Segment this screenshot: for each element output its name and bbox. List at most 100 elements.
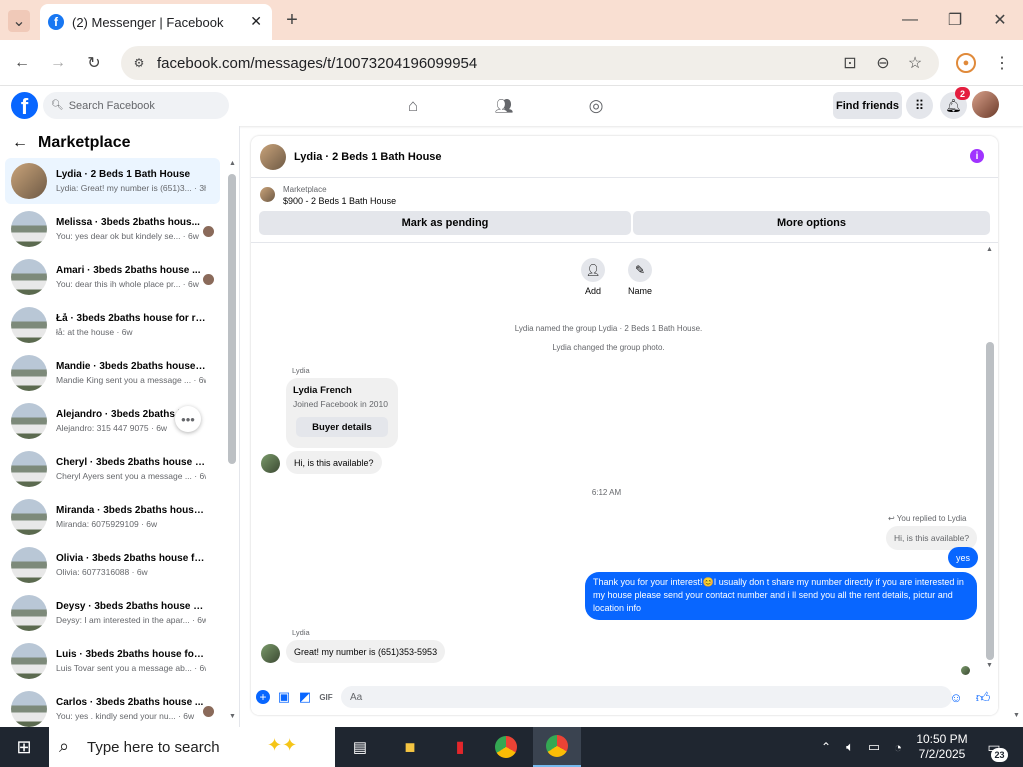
conversation-item[interactable]: Lydia · 2 Beds 1 Bath House Lydia: Great!…: [5, 158, 220, 204]
facebook-search-input[interactable]: 🔍︎ Search Facebook: [43, 92, 229, 119]
clock[interactable]: 10:50 PM 7/2/2025: [912, 732, 972, 762]
conversation-item[interactable]: Miranda · 3beds 2baths house ... Miranda:…: [5, 494, 220, 540]
marketplace-conversation-list: ← Marketplace Lydia · 2 Beds 1 Bath Hous…: [0, 126, 240, 727]
back-arrow-icon[interactable]: ←: [12, 134, 28, 152]
listing-thumbnail[interactable]: [260, 187, 275, 202]
conversation-item[interactable]: Olivia · 3beds 2baths house for... Olivia…: [5, 542, 220, 588]
plus-icon[interactable]: +: [256, 690, 270, 704]
conversation-avatar: [11, 595, 47, 631]
tab-list-icon[interactable]: ⌄: [8, 10, 30, 32]
chat-pane: Lydia · 2 Beds 1 Bath House i Marketplac…: [251, 136, 998, 715]
conversation-preview: You: yes dear ok but kindely se... · 6w: [56, 231, 206, 241]
conversation-time: 6w: [197, 615, 206, 625]
page-scroll-down-icon[interactable]: ▼: [1013, 712, 1020, 719]
gif-icon[interactable]: GIF: [319, 690, 333, 704]
conversation-item[interactable]: Łå · 3beds 2baths house for rent łå: at t…: [5, 302, 220, 348]
conversation-item[interactable]: Amari · 3beds 2baths house ... You: dear …: [5, 254, 220, 300]
conversation-preview-text: Mandie King sent you a message ...: [56, 375, 192, 385]
outgoing-message-long[interactable]: Thank you for your interest!😊I usually d…: [585, 572, 977, 620]
conversation-title: Mandie · 3beds 2baths house f...: [56, 361, 206, 372]
facebook-logo[interactable]: f: [11, 92, 38, 119]
listing-title[interactable]: $900 - 2 Beds 1 Bath House: [283, 196, 396, 206]
profile-icon[interactable]: ●: [956, 53, 976, 73]
minimize-icon[interactable]: —: [900, 10, 920, 30]
find-friends-button[interactable]: Find friends: [833, 92, 902, 119]
outgoing-message-yes[interactable]: yes: [948, 547, 979, 568]
windows-start-icon[interactable]: ⊞: [10, 733, 38, 761]
groups-icon[interactable]: ◎: [585, 95, 607, 117]
app-icon[interactable]: ▮: [446, 733, 474, 761]
close-window-icon[interactable]: ✕: [990, 10, 1010, 30]
conversation-item[interactable]: Luis · 3beds 2baths house for r... Luis T…: [5, 638, 220, 684]
incoming-message[interactable]: Hi, is this available?: [286, 451, 382, 474]
add-label: Add: [584, 286, 601, 296]
conversation-preview: Luis Tovar sent you a message ab... · 6w: [56, 663, 206, 673]
conversation-text: Lydia · 2 Beds 1 Bath House Lydia: Great!…: [56, 169, 206, 193]
taskbar-search-input[interactable]: ⌕ Type here to search ✦✦: [49, 727, 335, 767]
home-icon[interactable]: ⌂: [402, 95, 424, 117]
conversation-avatar: [11, 307, 47, 343]
left-scrollbar[interactable]: [228, 174, 236, 464]
restore-icon[interactable]: ❐: [945, 10, 965, 30]
conversation-title: Deysy · 3beds 2baths house for...: [56, 601, 206, 612]
chat-scroll-down-icon[interactable]: ▼: [986, 662, 993, 669]
menu-grid-icon[interactable]: ⠿: [906, 92, 933, 119]
address-bar[interactable]: ⚙ facebook.com/messages/t/10073204196099…: [121, 46, 939, 80]
back-icon[interactable]: ←: [12, 53, 32, 73]
friends-icon[interactable]: 👥︎: [493, 95, 515, 117]
conversation-item[interactable]: Carlos · 3beds 2baths house ... You: yes …: [5, 686, 220, 727]
incoming-message-last[interactable]: Great! my number is (651)353-5953: [286, 640, 446, 663]
separator-dot: ·: [180, 279, 188, 289]
like-thumb-icon[interactable]: 👍︎: [976, 689, 991, 705]
network-icon[interactable]: ◔: [884, 733, 912, 761]
sticker-icon[interactable]: ◩: [298, 689, 312, 704]
conversation-text: Luis · 3beds 2baths house for r... Luis T…: [56, 649, 206, 673]
conversation-time: 6w: [156, 423, 168, 433]
mark-as-pending-button[interactable]: Mark as pending: [259, 211, 631, 235]
message-input[interactable]: Aa: [341, 686, 952, 708]
reload-icon[interactable]: ↻: [84, 53, 104, 73]
lydia-avatar[interactable]: [261, 454, 280, 473]
menu-kebab-icon[interactable]: ⋮: [992, 53, 1012, 73]
install-app-icon[interactable]: ⊡: [841, 54, 859, 72]
add-person-icon[interactable]: 👤︎: [581, 258, 605, 282]
chat-avatar[interactable]: [260, 143, 286, 170]
task-view-icon[interactable]: ▤: [346, 733, 374, 761]
zoom-icon[interactable]: ⊖: [874, 54, 892, 72]
chat-title[interactable]: Lydia · 2 Beds 1 Bath House: [294, 151, 442, 163]
more-options-icon[interactable]: •••: [175, 406, 201, 432]
conversation-preview: You: yes . kindly send your nu... · 6w: [56, 711, 206, 721]
conversation-item[interactable]: Melissa · 3beds 2baths hous... You: yes d…: [5, 206, 220, 252]
buyer-details-button[interactable]: Buyer details: [296, 417, 388, 437]
close-tab-icon[interactable]: ✕: [250, 13, 262, 30]
chrome-active-icon[interactable]: [533, 727, 581, 767]
file-explorer-icon[interactable]: ■: [396, 733, 424, 761]
bookmark-star-icon[interactable]: ☆: [906, 54, 924, 72]
conversation-time: 6w: [136, 567, 148, 577]
scroll-up-icon[interactable]: ▲: [229, 160, 236, 167]
browser-tab[interactable]: f (2) Messenger | Facebook ✕: [40, 4, 272, 40]
photo-icon[interactable]: ▣: [277, 689, 291, 704]
conversation-avatar: [11, 211, 47, 247]
new-tab-icon[interactable]: +: [282, 9, 302, 31]
emoji-icon[interactable]: ☺: [949, 690, 963, 705]
facebook-header: f 🔍︎ Search Facebook ⌂ 👥︎ ◎ Find friends…: [0, 86, 1023, 126]
conversation-item[interactable]: Deysy · 3beds 2baths house for... Deysy: …: [5, 590, 220, 636]
chat-scroll-up-icon[interactable]: ▲: [986, 246, 993, 253]
conversation-preview-text: Cheryl Ayers sent you a message ...: [56, 471, 192, 481]
conversation-item[interactable]: Cheryl · 3beds 2baths house fo... Cheryl …: [5, 446, 220, 492]
conversation-item[interactable]: Mandie · 3beds 2baths house f... Mandie K…: [5, 350, 220, 396]
edit-name-icon[interactable]: ✎: [628, 258, 652, 282]
sparkle-icon[interactable]: ✦✦: [267, 735, 297, 756]
forward-icon[interactable]: →: [48, 53, 68, 73]
conversation-title: Łå · 3beds 2baths house for rent: [56, 313, 206, 324]
chat-scrollbar[interactable]: [986, 342, 994, 660]
account-avatar[interactable]: [972, 91, 999, 118]
lydia-avatar-2[interactable]: [261, 644, 280, 663]
scroll-down-icon[interactable]: ▼: [229, 713, 236, 720]
info-icon[interactable]: i: [970, 149, 984, 163]
more-options-button[interactable]: More options: [633, 211, 990, 235]
site-info-icon[interactable]: ⚙: [131, 55, 147, 71]
time-divider: 6:12 AM: [591, 488, 622, 497]
chrome-icon[interactable]: [495, 736, 517, 758]
